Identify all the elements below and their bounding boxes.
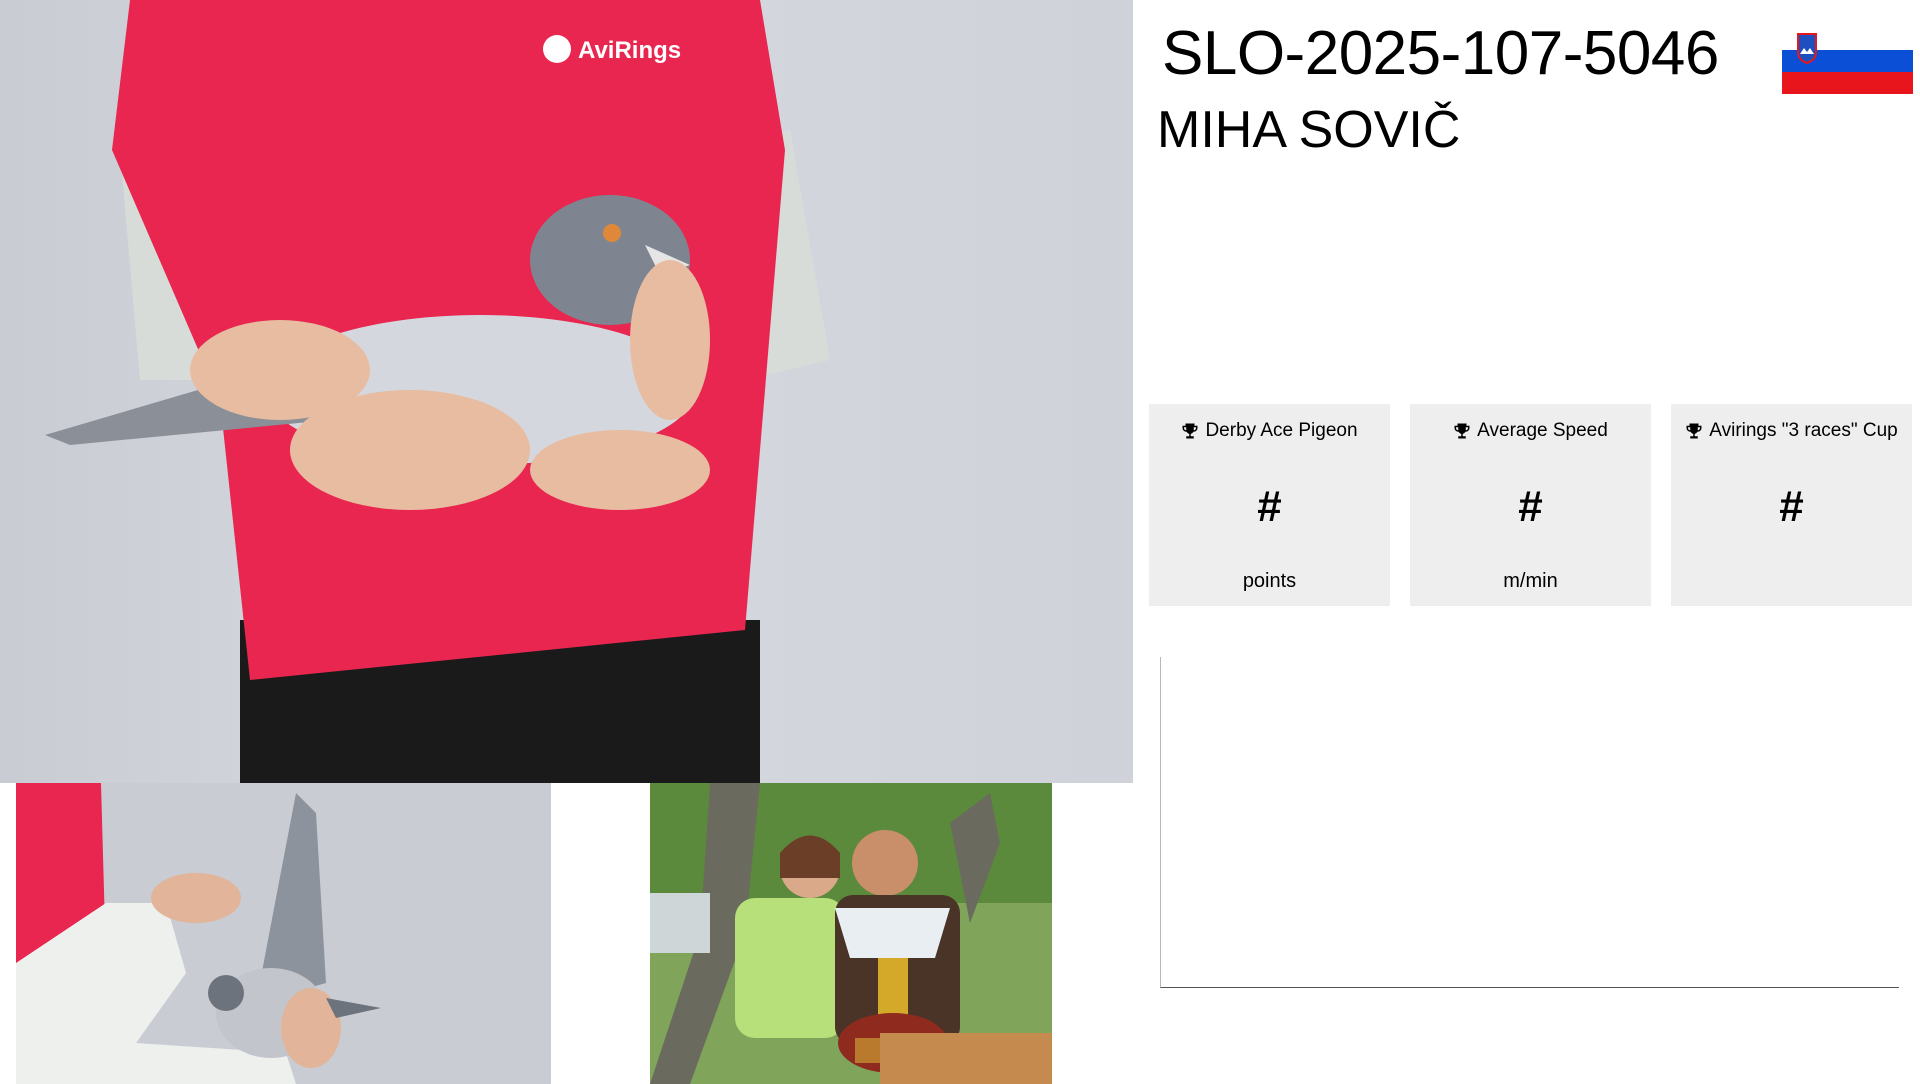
stat-unit: m/min (1503, 570, 1558, 592)
stat-unit: points (1242, 570, 1297, 592)
ring-number: SLO-2025-107-5046 (1162, 19, 1719, 88)
empty-chart-area (1160, 657, 1899, 988)
derby-ace-pigeon-card: Derby Ace Pigeon # points (1149, 404, 1390, 606)
trophy-icon (1182, 423, 1198, 439)
stat-title: Average Speed (1477, 420, 1608, 441)
average-speed-card: Average Speed # m/min (1410, 404, 1651, 606)
slovenia-flag-icon (1782, 28, 1913, 94)
three-races-cup-card: Avirings "3 races" Cup # (1671, 404, 1912, 606)
trophy-icon (1454, 423, 1470, 439)
stat-value: # (1257, 482, 1282, 531)
stat-title: Derby Ace Pigeon (1205, 420, 1358, 441)
trophy-icon (1686, 423, 1702, 439)
stat-title: Avirings "3 races" Cup (1709, 420, 1898, 441)
main-pigeon-photo: AviRings (0, 0, 1133, 783)
stat-value: # (1518, 482, 1543, 531)
owners-photo-thumbnail[interactable] (650, 783, 1052, 1084)
wing-photo-thumbnail[interactable] (16, 783, 551, 1084)
owner-name: MIHA SOVIČ (1157, 101, 1461, 159)
stat-value: # (1779, 482, 1804, 531)
shirt-logo-text: AviRings (578, 37, 681, 64)
